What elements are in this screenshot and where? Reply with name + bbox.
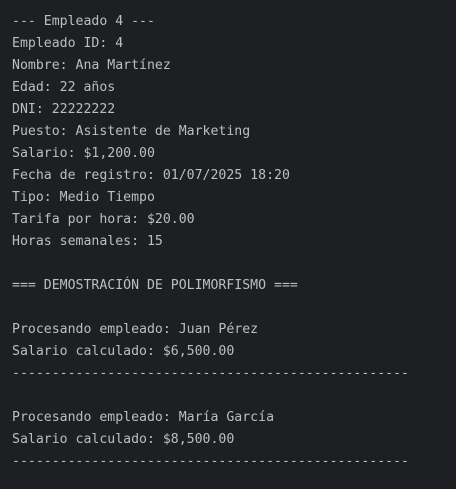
console-line: Fecha de registro: 01/07/2025 18:20 <box>12 168 290 183</box>
separator-line: ----------------------------------------… <box>12 454 409 469</box>
console-line: Empleado ID: 4 <box>12 36 124 51</box>
console-line: Tarifa por hora: $20.00 <box>12 212 195 227</box>
console-line: Procesando empleado: Juan Pérez <box>12 322 259 337</box>
console-line: Nombre: Ana Martínez <box>12 58 171 73</box>
console-line: Salario calculado: $6,500.00 <box>12 344 235 359</box>
console-line: Salario calculado: $8,500.00 <box>12 432 235 447</box>
console-line: Edad: 22 años <box>12 80 116 95</box>
console-line: Tipo: Medio Tiempo <box>12 190 155 205</box>
console-line: Puesto: Asistente de Marketing <box>12 124 251 139</box>
console-output[interactable]: --- Empleado 4 --- Empleado ID: 4 Nombre… <box>0 0 456 489</box>
separator-line: ----------------------------------------… <box>12 366 409 381</box>
console-line: === DEMOSTRACIÓN DE POLIMORFISMO === <box>12 278 298 293</box>
console-line: --- Empleado 4 --- <box>12 14 155 29</box>
console-line: Procesando empleado: María García <box>12 410 275 425</box>
console-line: Salario: $1,200.00 <box>12 146 155 161</box>
console-line: DNI: 22222222 <box>12 102 116 117</box>
console-line: Horas semanales: 15 <box>12 234 163 249</box>
